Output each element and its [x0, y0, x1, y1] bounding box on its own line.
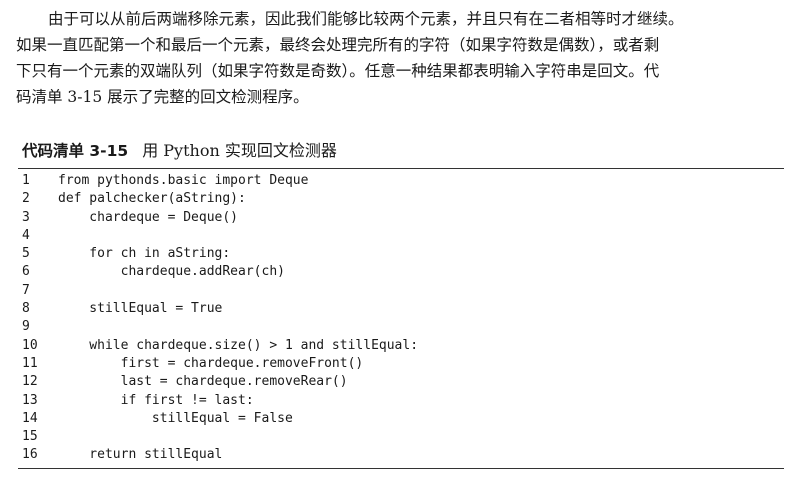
- line-number: 8: [22, 301, 30, 317]
- code-line: 16 return stillEqual: [22, 446, 782, 464]
- code-line: 2 def palchecker(aString):: [22, 190, 782, 208]
- line-number: 5: [22, 246, 30, 262]
- line-number: 16: [22, 447, 38, 463]
- code-line: 11 first = chardeque.removeFront(): [22, 355, 782, 373]
- code-listing: 1 from pythonds.basic import Deque 2 def pa…: [22, 172, 782, 465]
- code-line: 10 while chardeque.size() > 1 and stillE…: [22, 337, 782, 355]
- listing-top-rule: [18, 168, 784, 169]
- listing-title: 用 Python 实现回文检测器: [142, 141, 337, 160]
- code-text: from pythonds.basic import Deque: [58, 173, 309, 188]
- code-text: stillEqual = False: [58, 410, 293, 426]
- listing-bottom-rule: [18, 468, 784, 469]
- paragraph-line: 由于可以从前后两端移除元素，因此我们能够比较两个元素，并且只有在二者相等时才继续…: [48, 10, 684, 28]
- line-number: 2: [22, 191, 30, 207]
- line-number: 10: [22, 337, 38, 353]
- code-text: while chardeque.size() > 1 and stillEqua…: [58, 337, 419, 353]
- line-number: 7: [22, 282, 30, 298]
- listing-label: 代码清单 3-15: [22, 142, 129, 160]
- code-line: 8 stillEqual = True: [22, 300, 782, 318]
- code-line: 6 chardeque.addRear(ch): [22, 263, 782, 281]
- code-line: 14 stillEqual = False: [22, 410, 782, 428]
- code-line: 9: [22, 318, 782, 336]
- code-text: for ch in aString:: [58, 246, 231, 262]
- line-number: 14: [22, 410, 38, 426]
- paragraph-line: 下只有一个元素的双端队列（如果字符数是奇数）。任意一种结果都表明输入字符串是回文…: [16, 62, 660, 80]
- listing-caption: 代码清单 3-15 用 Python 实现回文检测器: [22, 137, 337, 161]
- line-number: 6: [22, 264, 30, 280]
- line-number: 9: [22, 319, 30, 335]
- code-text: chardeque.addRear(ch): [58, 264, 285, 280]
- code-line: 7: [22, 282, 782, 300]
- line-number: 13: [22, 392, 38, 408]
- line-number: 11: [22, 355, 38, 371]
- code-text: def palchecker(aString):: [58, 191, 246, 207]
- line-number: 12: [22, 374, 38, 390]
- code-line: 1 from pythonds.basic import Deque: [22, 172, 782, 190]
- code-text: last = chardeque.removeRear(): [58, 374, 348, 390]
- code-line: 4: [22, 227, 782, 245]
- code-text: chardeque = Deque(): [58, 209, 239, 225]
- paragraph-line: 码清单 3-15 展示了完整的回文检测程序。: [16, 88, 309, 106]
- code-line: 3 chardeque = Deque(): [22, 209, 782, 227]
- line-number: 4: [22, 227, 30, 243]
- line-number: 15: [22, 429, 38, 445]
- line-number: 1: [22, 173, 30, 188]
- code-text: if first != last:: [58, 392, 254, 408]
- code-line: 15: [22, 428, 782, 446]
- code-line: 5 for ch in aString:: [22, 245, 782, 263]
- body-paragraph: 由于可以从前后两端移除元素，因此我们能够比较两个元素，并且只有在二者相等时才继续…: [16, 6, 796, 110]
- code-line: 13 if first != last:: [22, 392, 782, 410]
- line-number: 3: [22, 209, 30, 225]
- paragraph-line: 如果一直匹配第一个和最后一个元素，最终会处理完所有的字符（如果字符数是偶数），或…: [16, 36, 660, 54]
- code-line: 12 last = chardeque.removeRear(): [22, 373, 782, 391]
- code-text: return stillEqual: [58, 447, 223, 463]
- code-text: first = chardeque.removeFront(): [58, 355, 364, 371]
- code-text: stillEqual = True: [58, 301, 223, 317]
